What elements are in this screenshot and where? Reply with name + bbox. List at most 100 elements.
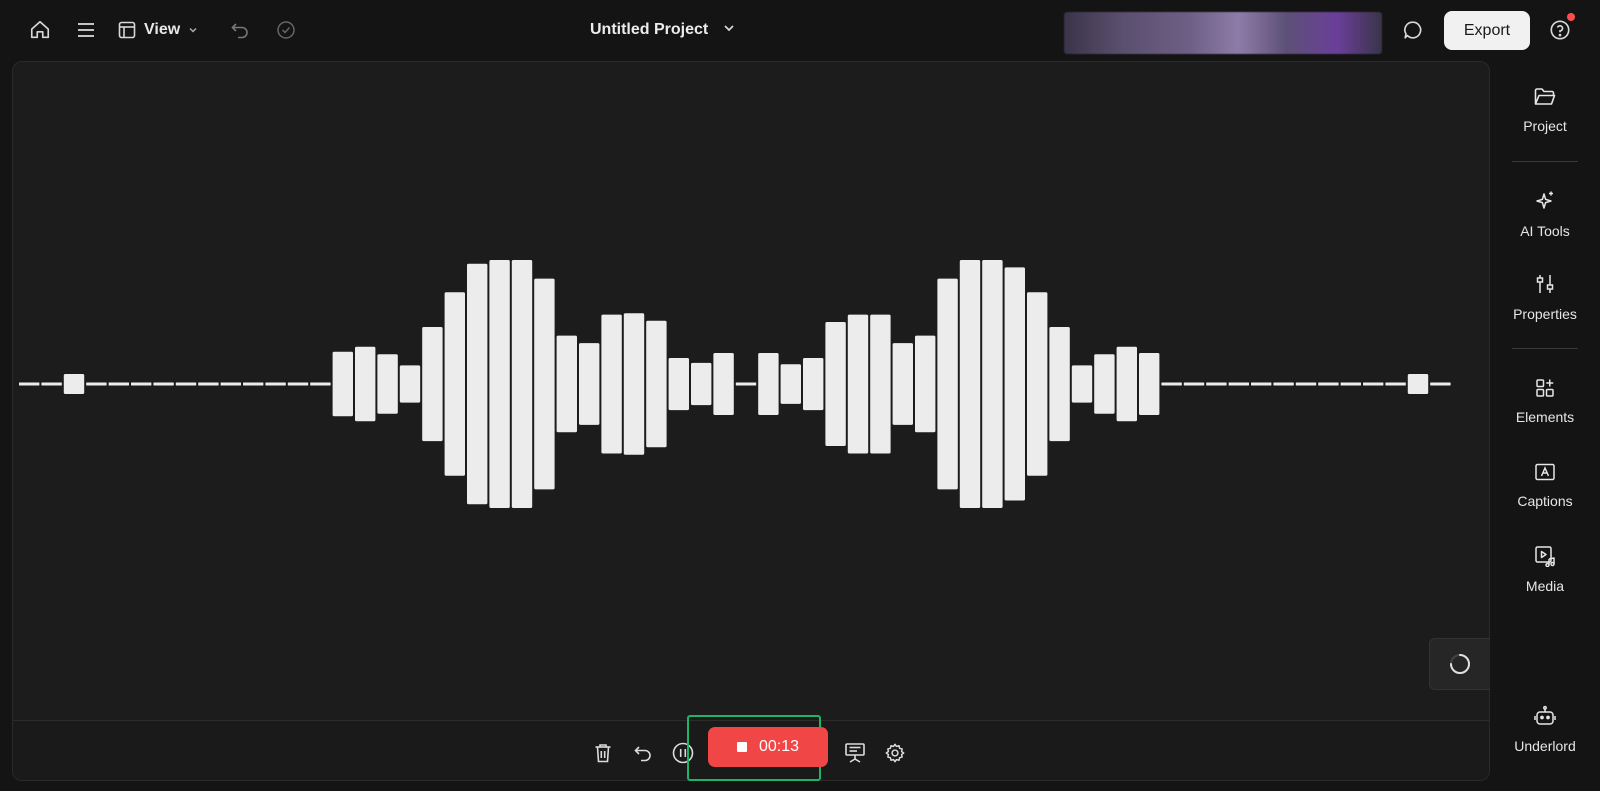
waveform-bar xyxy=(601,314,622,454)
waveform-bar xyxy=(1273,382,1294,386)
export-button[interactable]: Export xyxy=(1444,11,1530,50)
project-title: Untitled Project xyxy=(590,21,709,38)
waveform-bar xyxy=(1363,382,1384,386)
waveform-bar xyxy=(63,374,85,394)
sidebar-item-label: Media xyxy=(1525,577,1565,594)
waveform-bar xyxy=(556,335,577,433)
menu-icon[interactable] xyxy=(72,14,100,46)
waveform-bar xyxy=(668,358,689,411)
folder-icon xyxy=(1534,87,1556,112)
elements-icon xyxy=(1535,378,1555,403)
waveform-bar xyxy=(287,382,309,386)
waveform-bar xyxy=(1228,382,1249,386)
sidebar-item-media[interactable]: Media xyxy=(1490,534,1600,604)
waveform-bar xyxy=(131,382,152,386)
sidebar-item-label: Elements xyxy=(1515,408,1575,425)
top-bar: View Untitled Project Export xyxy=(0,0,1600,60)
waveform-bar xyxy=(1004,267,1025,501)
waveform-bar xyxy=(1049,327,1070,442)
sidebar-divider xyxy=(1512,348,1578,349)
waveform-bar xyxy=(1318,382,1339,386)
waveform-bar xyxy=(332,351,353,417)
sidebar-item-project[interactable]: Project xyxy=(1490,75,1600,145)
media-icon xyxy=(1534,545,1556,572)
waveform-bar xyxy=(198,382,219,386)
sidebar-item-properties[interactable]: Properties xyxy=(1490,262,1600,332)
waveform-bar xyxy=(623,313,645,455)
waveform-bar xyxy=(108,382,129,386)
waveform-bar xyxy=(1071,365,1093,403)
waveform-bar xyxy=(310,382,331,386)
sidebar-item-label: Project xyxy=(1523,117,1567,134)
loading-indicator xyxy=(1429,638,1491,690)
waveform-bar xyxy=(825,322,846,446)
waveform-bar xyxy=(377,354,398,414)
waveform-bar xyxy=(847,314,869,454)
waveform-bar xyxy=(937,278,958,490)
sidebar-item-label: Captions xyxy=(1517,492,1573,509)
waveform-bar xyxy=(19,382,40,386)
waveform-bar xyxy=(265,382,286,386)
right-sidebar: Project AI Tools Properties Elements Cap… xyxy=(1490,61,1600,791)
waveform-bar xyxy=(1139,353,1160,415)
waveform-bar xyxy=(1430,382,1451,386)
chat-bubble-icon[interactable] xyxy=(1397,14,1429,46)
sidebar-item-ai-tools[interactable]: AI Tools xyxy=(1490,179,1600,249)
waveform-bar xyxy=(1206,382,1227,386)
waveform-bar xyxy=(691,362,712,406)
recording-canvas xyxy=(12,61,1490,781)
waveform-bar xyxy=(1251,382,1272,386)
collaborators-area[interactable] xyxy=(1064,12,1382,54)
waveform-bar xyxy=(758,353,779,415)
gear-icon[interactable] xyxy=(880,738,910,768)
waveform-bar xyxy=(959,260,981,508)
view-label: View xyxy=(144,21,181,38)
waveform-bar xyxy=(444,292,465,476)
waveform-bar xyxy=(1161,382,1182,386)
waveform-bar xyxy=(982,260,1003,508)
trash-icon[interactable] xyxy=(588,738,618,768)
spinner-icon xyxy=(1450,654,1470,674)
waveform-bar xyxy=(511,260,533,508)
waveform-bar xyxy=(355,346,376,422)
recording-timer: 00:13 xyxy=(758,738,800,755)
waveform-bar xyxy=(915,335,936,433)
undo-icon[interactable] xyxy=(628,738,658,768)
waveform-bar xyxy=(467,263,488,505)
waveform-bar xyxy=(41,382,62,386)
project-title-dropdown[interactable]: Untitled Project xyxy=(590,14,740,46)
waveform-bar xyxy=(892,343,913,425)
sidebar-item-label: Properties xyxy=(1513,305,1577,322)
view-menu-button[interactable]: View xyxy=(118,14,210,46)
waveform-bar xyxy=(713,353,734,415)
undo-icon[interactable] xyxy=(226,14,254,46)
stop-icon xyxy=(736,742,747,752)
waveform-bar xyxy=(780,364,801,404)
sidebar-divider xyxy=(1512,161,1578,162)
chevron-down-icon xyxy=(188,25,198,35)
waveform-bar xyxy=(153,382,174,386)
waveform-bar xyxy=(220,382,241,386)
stop-recording-button[interactable]: 00:13 xyxy=(708,727,828,767)
robot-icon xyxy=(1534,705,1556,732)
waveform-bar xyxy=(1340,382,1361,386)
waveform-bar xyxy=(1295,382,1317,386)
waveform-bar xyxy=(870,314,891,454)
sparkle-icon xyxy=(1534,190,1556,217)
sidebar-item-elements[interactable]: Elements xyxy=(1490,366,1600,436)
waveform-bar xyxy=(1116,346,1137,422)
captions-icon xyxy=(1534,462,1556,487)
teleprompter-icon[interactable] xyxy=(840,738,870,768)
sidebar-item-underlord[interactable]: Underlord xyxy=(1490,694,1600,764)
sidebar-item-label: Underlord xyxy=(1514,737,1576,754)
check-circle-icon xyxy=(272,14,300,46)
sliders-icon xyxy=(1534,273,1556,300)
waveform-bar xyxy=(399,365,421,403)
sidebar-item-label: AI Tools xyxy=(1520,222,1570,239)
waveform-bar xyxy=(243,382,264,386)
home-icon[interactable] xyxy=(26,14,54,46)
waveform-bar xyxy=(175,382,197,386)
sidebar-item-captions[interactable]: Captions xyxy=(1490,450,1600,520)
waveform-bar xyxy=(422,327,443,442)
waveform-bar xyxy=(646,320,667,448)
